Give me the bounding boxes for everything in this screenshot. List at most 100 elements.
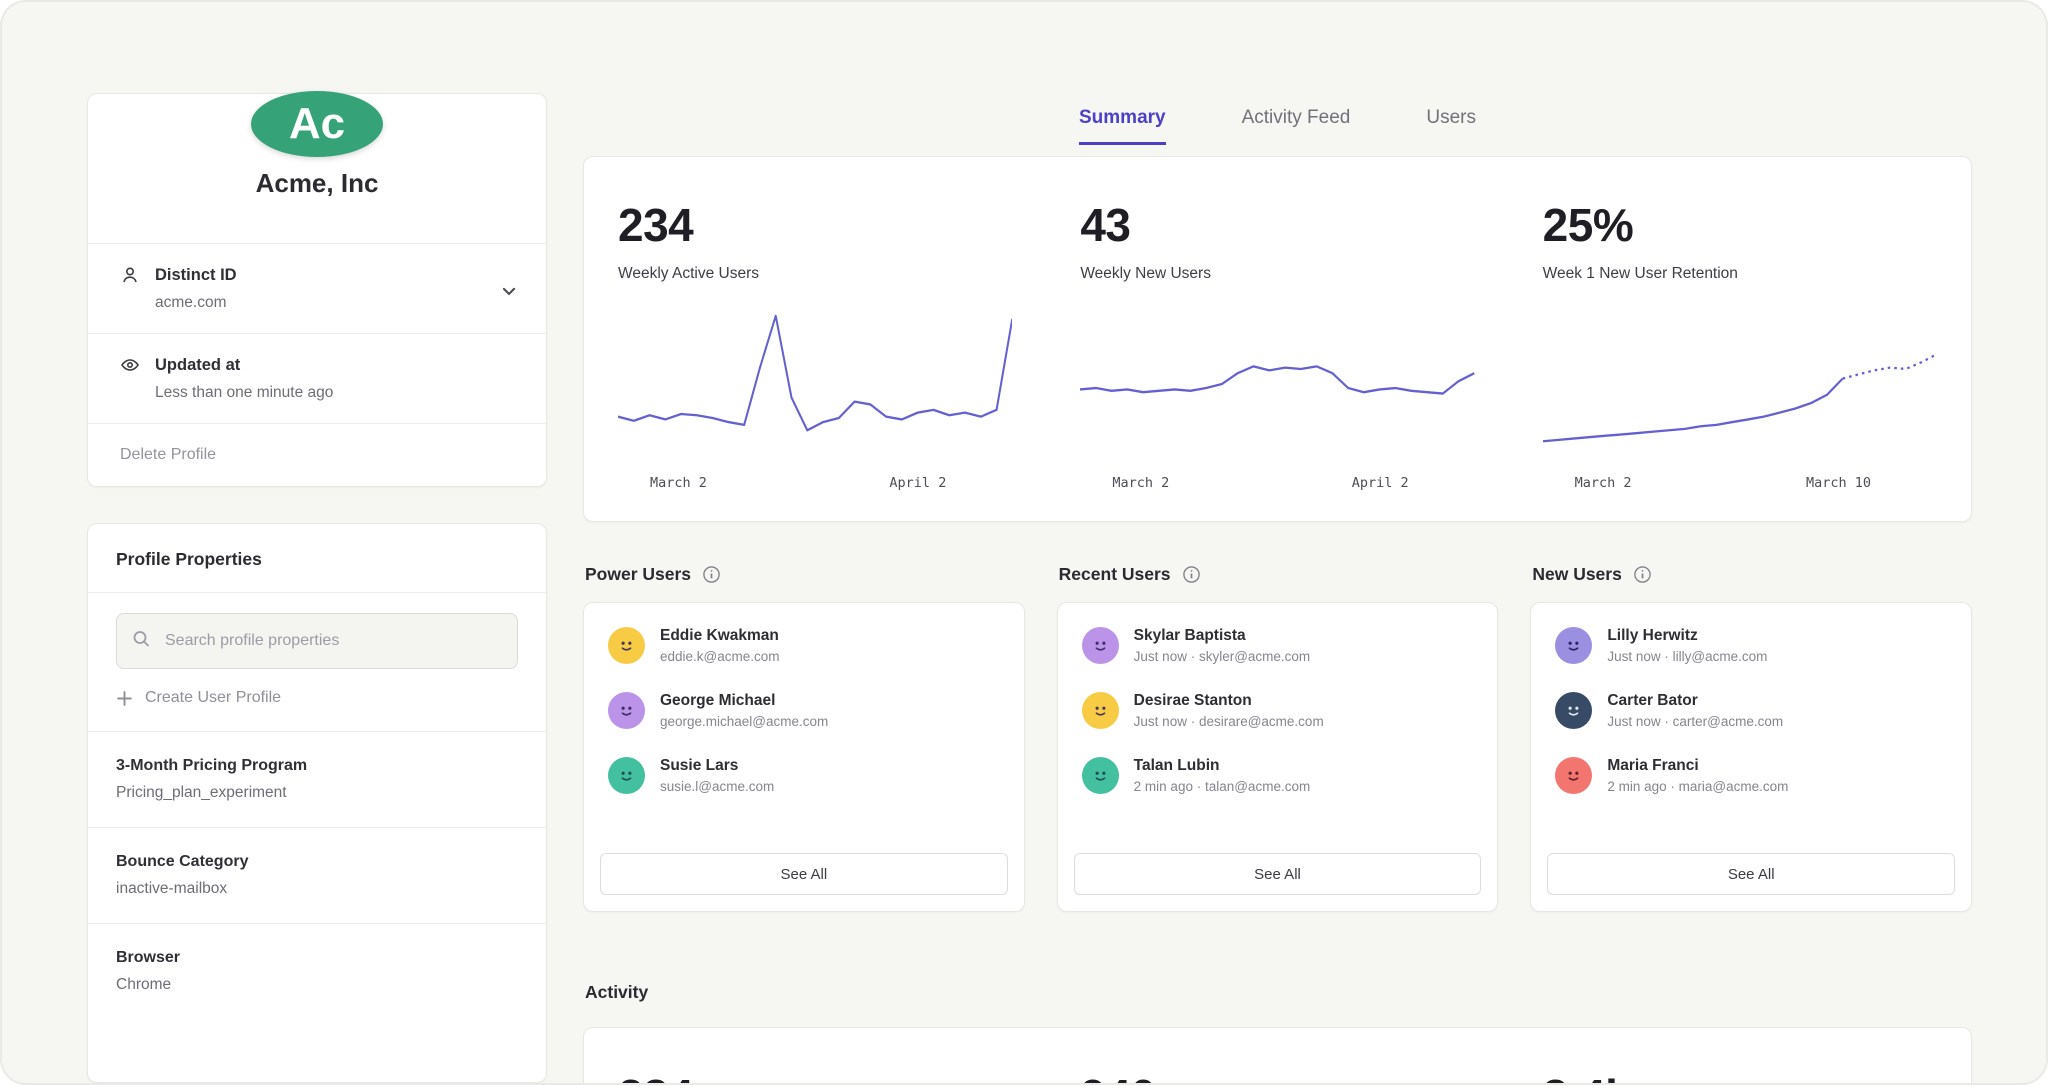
user-lists-row: Power Users Eddie Kwakman eddi bbox=[583, 564, 1972, 912]
property-row-browser[interactable]: Browser Chrome bbox=[88, 923, 546, 1019]
see-all-button[interactable]: See All bbox=[1074, 853, 1482, 895]
info-icon[interactable] bbox=[1633, 565, 1652, 584]
org-avatar-initials: Ac bbox=[289, 99, 345, 149]
info-icon[interactable] bbox=[1182, 565, 1201, 584]
user-avatar-face-icon bbox=[1555, 627, 1592, 664]
user-card: Lilly Herwitz Just now · lilly@acme.com … bbox=[1530, 602, 1972, 912]
list-header: Recent Users bbox=[1059, 564, 1499, 585]
field-value: acme.com bbox=[155, 294, 514, 312]
stat-value: 43 bbox=[1080, 197, 1474, 253]
user-name: Talan Lubin bbox=[1134, 757, 1311, 775]
stat-label: Weekly Active Users bbox=[618, 265, 1012, 283]
stat-value: 234 bbox=[618, 197, 1012, 253]
user-subtitle: 2 min ago · talan@acme.com bbox=[1134, 779, 1311, 794]
field-label: Updated at bbox=[155, 356, 240, 375]
user-row[interactable]: Susie Lars susie.l@acme.com bbox=[584, 743, 1024, 808]
user-subtitle: Just now · lilly@acme.com bbox=[1607, 649, 1767, 664]
stat-value: 940 bbox=[1080, 1068, 1474, 1085]
search-wrap bbox=[116, 613, 518, 669]
tab-bar: Summary Activity Feed Users bbox=[583, 107, 1972, 145]
activity-stat-2: 940 bbox=[1046, 1068, 1508, 1085]
user-subtitle: george.michael@acme.com bbox=[660, 714, 828, 729]
user-row[interactable]: Maria Franci 2 min ago · maria@acme.com bbox=[1531, 743, 1971, 808]
x-tick-start: March 2 bbox=[1575, 475, 1632, 491]
user-text: Susie Lars susie.l@acme.com bbox=[660, 757, 774, 794]
user-row[interactable]: Carter Bator Just now · carter@acme.com bbox=[1531, 678, 1971, 743]
property-name: 3-Month Pricing Program bbox=[116, 757, 518, 775]
delete-profile-button[interactable]: Delete Profile bbox=[88, 423, 546, 486]
stat-label: Weekly New Users bbox=[1080, 265, 1474, 283]
user-name: Carter Bator bbox=[1607, 692, 1783, 710]
field-distinct-id: Distinct ID acme.com bbox=[88, 243, 546, 333]
user-subtitle: Just now · carter@acme.com bbox=[1607, 714, 1783, 729]
user-name: Skylar Baptista bbox=[1134, 627, 1311, 645]
layout: Ac Acme, Inc Distinct ID acme.com bbox=[2, 2, 2046, 1083]
activity-stats-card: 234 940 3.4k bbox=[583, 1027, 1972, 1085]
x-axis: March 2 March 10 bbox=[1543, 475, 1937, 491]
user-row[interactable]: George Michael george.michael@acme.com bbox=[584, 678, 1024, 743]
user-name: Susie Lars bbox=[660, 757, 774, 775]
person-icon bbox=[120, 265, 140, 285]
user-text: Lilly Herwitz Just now · lilly@acme.com bbox=[1607, 627, 1767, 664]
stat-value: 3.4k bbox=[1543, 1068, 1937, 1085]
list-title: Power Users bbox=[585, 564, 691, 585]
user-avatar-face-icon bbox=[608, 627, 645, 664]
user-avatar-face-icon bbox=[1082, 627, 1119, 664]
sparkline-week1-retention bbox=[1543, 309, 1937, 459]
app-window: Ac Acme, Inc Distinct ID acme.com bbox=[0, 0, 2048, 1085]
field-label: Distinct ID bbox=[155, 266, 237, 285]
user-list-power-users: Power Users Eddie Kwakman eddi bbox=[583, 564, 1025, 912]
property-name: Browser bbox=[116, 949, 518, 967]
field-value: Less than one minute ago bbox=[155, 384, 514, 402]
stat-value: 25% bbox=[1543, 197, 1937, 253]
user-name: Lilly Herwitz bbox=[1607, 627, 1767, 645]
property-value: Chrome bbox=[116, 976, 518, 994]
user-avatar-face-icon bbox=[608, 692, 645, 729]
user-avatar-face-icon bbox=[1082, 692, 1119, 729]
tab-activity-feed[interactable]: Activity Feed bbox=[1242, 107, 1351, 145]
list-header: New Users bbox=[1532, 564, 1972, 585]
x-tick-end: March 10 bbox=[1806, 475, 1871, 491]
field-label-row: Updated at bbox=[120, 355, 514, 375]
user-row[interactable]: Talan Lubin 2 min ago · talan@acme.com bbox=[1058, 743, 1498, 808]
user-row[interactable]: Lilly Herwitz Just now · lilly@acme.com bbox=[1531, 613, 1971, 678]
user-row[interactable]: Skylar Baptista Just now · skyler@acme.c… bbox=[1058, 613, 1498, 678]
info-icon[interactable] bbox=[702, 565, 721, 584]
user-name: Desirae Stanton bbox=[1134, 692, 1324, 710]
user-subtitle: susie.l@acme.com bbox=[660, 779, 774, 794]
user-text: Skylar Baptista Just now · skyler@acme.c… bbox=[1134, 627, 1311, 664]
activity-stat-1: 234 bbox=[584, 1068, 1046, 1085]
x-axis: March 2 April 2 bbox=[618, 475, 1012, 491]
search-icon bbox=[131, 629, 151, 654]
property-row-pricing-program[interactable]: 3-Month Pricing Program Pricing_plan_exp… bbox=[88, 731, 546, 827]
activity-stat-3: 3.4k bbox=[1509, 1068, 1971, 1085]
user-subtitle: Just now · skyler@acme.com bbox=[1134, 649, 1311, 664]
chevron-down-icon[interactable] bbox=[500, 282, 518, 305]
stat-weekly-active-users: 234 Weekly Active Users March 2 April 2 bbox=[584, 197, 1046, 491]
create-user-profile-button[interactable]: Create User Profile bbox=[116, 669, 518, 731]
tab-users[interactable]: Users bbox=[1426, 107, 1476, 145]
user-list-recent-users: Recent Users Skylar Baptista J bbox=[1057, 564, 1499, 912]
property-value: inactive-mailbox bbox=[116, 880, 518, 898]
user-subtitle: 2 min ago · maria@acme.com bbox=[1607, 779, 1788, 794]
property-name: Bounce Category bbox=[116, 853, 518, 871]
user-row[interactable]: Desirae Stanton Just now · desirare@acme… bbox=[1058, 678, 1498, 743]
field-updated-at: Updated at Less than one minute ago bbox=[88, 333, 546, 423]
user-avatar-face-icon bbox=[1555, 757, 1592, 794]
see-all-button[interactable]: See All bbox=[600, 853, 1008, 895]
org-avatar: Ac bbox=[251, 91, 383, 157]
see-all-button[interactable]: See All bbox=[1547, 853, 1955, 895]
sparkline-weekly-active-users bbox=[618, 309, 1012, 459]
user-card: Skylar Baptista Just now · skyler@acme.c… bbox=[1057, 602, 1499, 912]
user-row[interactable]: Eddie Kwakman eddie.k@acme.com bbox=[584, 613, 1024, 678]
tab-summary[interactable]: Summary bbox=[1079, 107, 1166, 145]
user-subtitle: Just now · desirare@acme.com bbox=[1134, 714, 1324, 729]
x-tick-start: March 2 bbox=[1112, 475, 1169, 491]
list-title: Recent Users bbox=[1059, 564, 1171, 585]
search-input[interactable] bbox=[116, 613, 518, 669]
summary-stats-card: 234 Weekly Active Users March 2 April 2 … bbox=[583, 156, 1972, 522]
stat-weekly-new-users: 43 Weekly New Users March 2 April 2 bbox=[1046, 197, 1508, 491]
activity-section-title: Activity bbox=[585, 982, 1972, 1003]
profile-properties-title: Profile Properties bbox=[88, 524, 546, 592]
property-row-bounce-category[interactable]: Bounce Category inactive-mailbox bbox=[88, 827, 546, 923]
